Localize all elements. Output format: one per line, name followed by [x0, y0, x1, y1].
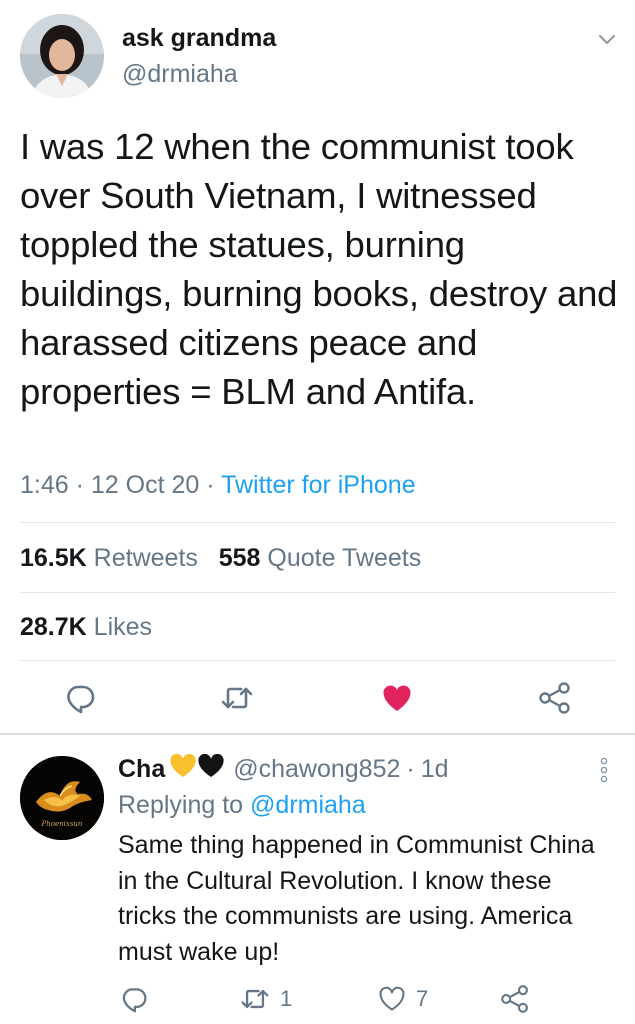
- reply-like-button[interactable]: 7: [378, 984, 428, 1014]
- share-icon: [501, 985, 528, 1013]
- reply-author-name[interactable]: Cha: [118, 755, 165, 784]
- reply-icon: [122, 988, 147, 1013]
- reply-avatar-logo: Phoenixsun: [20, 756, 104, 840]
- reply-share-button[interactable]: [500, 984, 530, 1014]
- more-options-icon[interactable]: [597, 756, 611, 784]
- divider: [20, 522, 615, 523]
- likes-label: Likes: [93, 613, 153, 641]
- quotes-count: 558: [218, 544, 261, 572]
- reply-actions: 1 7: [0, 982, 635, 1016]
- tweet-source-link[interactable]: Twitter for iPhone: [221, 471, 416, 499]
- reply-text: Same thing happened in Communist China i…: [118, 831, 595, 966]
- reply-header: Cha @chawong852 · 1d: [118, 753, 449, 785]
- replying-to: Replying to @drmiaha: [118, 791, 366, 820]
- likes-stat[interactable]: 28.7K Likes: [20, 613, 152, 642]
- reply-icon: [67, 685, 95, 714]
- avatar-wordmark: Phoenixsun: [41, 820, 83, 828]
- author-handle[interactable]: @drmiaha: [122, 60, 238, 89]
- quotes-label: Quote Tweets: [267, 544, 422, 572]
- retweet-icon: [221, 687, 253, 709]
- retweet-button[interactable]: [219, 680, 255, 716]
- like-icon: [379, 986, 405, 1011]
- tweet-time: 1:46: [20, 471, 69, 499]
- reply-reply-button[interactable]: [120, 984, 148, 1014]
- tweet-actions: [0, 676, 635, 720]
- yellow-heart-icon: [169, 753, 197, 785]
- likes-count: 28.7K: [20, 613, 87, 641]
- tweet-header: ask grandma @drmiaha: [20, 14, 620, 100]
- reply-author-handle[interactable]: @chawong852: [233, 755, 400, 784]
- divider: [20, 592, 615, 593]
- meta-separator: ·: [406, 755, 415, 783]
- black-heart-icon: [197, 753, 225, 785]
- like-icon: [383, 685, 411, 711]
- reply-retweet-count: 1: [280, 986, 293, 1011]
- reply-avatar[interactable]: Phoenixsun: [20, 756, 104, 840]
- retweets-count: 16.5K: [20, 544, 87, 572]
- replying-to-link[interactable]: @drmiaha: [250, 791, 366, 819]
- replying-prefix: Replying to: [118, 791, 251, 819]
- retweets-stat[interactable]: 16.5K Retweets: [20, 544, 198, 572]
- reply-button[interactable]: [62, 680, 98, 716]
- author-name[interactable]: ask grandma: [122, 24, 276, 53]
- share-button[interactable]: [537, 680, 573, 716]
- chevron-down-icon[interactable]: [596, 28, 618, 50]
- tweet-date: 12 Oct 20: [90, 471, 200, 499]
- like-button[interactable]: [379, 680, 415, 716]
- retweet-icon: [241, 989, 269, 1009]
- tweet-meta: 1:46 · 12 Oct 20 · Twitter for iPhone: [20, 471, 416, 500]
- reply-retweet-button[interactable]: 1: [240, 984, 292, 1014]
- reply-age: 1d: [420, 755, 449, 783]
- meta-separator: ·: [199, 471, 222, 499]
- share-icon: [539, 682, 570, 714]
- tweet-text: I was 12 when the communist took over So…: [20, 126, 618, 412]
- quotes-stat[interactable]: 558 Quote Tweets: [219, 544, 421, 572]
- divider: [20, 660, 615, 661]
- meta-separator: ·: [68, 471, 91, 499]
- engagement-stats: 16.5K Retweets 558 Quote Tweets: [20, 544, 421, 573]
- retweets-label: Retweets: [93, 544, 198, 572]
- section-divider: [0, 733, 635, 735]
- avatar-photo: [20, 14, 104, 98]
- avatar[interactable]: [20, 14, 104, 98]
- reply-like-count: 7: [416, 986, 429, 1011]
